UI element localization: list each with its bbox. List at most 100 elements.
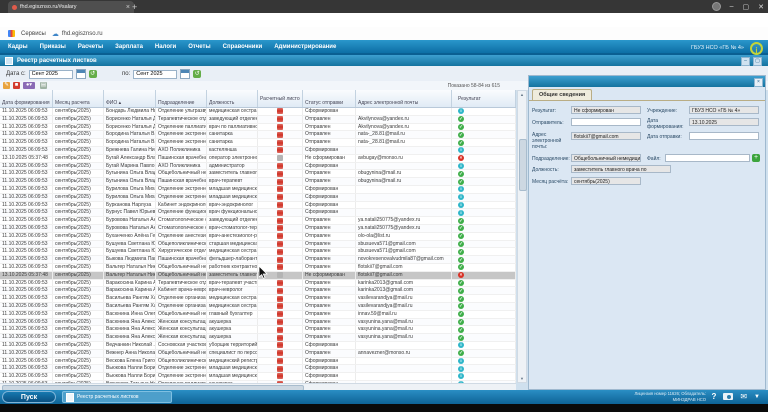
table-row[interactable]: 11.10.2025 06:09:53 сентябрь(2025) Буров… bbox=[0, 217, 516, 225]
table-row[interactable]: 11.10.2025 06:09:53 сентябрь(2025) Васил… bbox=[0, 295, 516, 303]
column-result[interactable]: Результат bbox=[452, 90, 516, 107]
pdf-payslip-icon[interactable] bbox=[277, 225, 283, 231]
edit-icon[interactable]: ✎ bbox=[3, 82, 10, 89]
column-email[interactable]: Адрес электронной почты bbox=[356, 90, 452, 107]
table-row[interactable]: 11.10.2025 06:09:53 сентябрь(2025) Бород… bbox=[0, 131, 516, 139]
table-row[interactable]: 11.10.2025 06:09:53 сентябрь(2025) Бонда… bbox=[0, 108, 516, 116]
table-row[interactable]: 11.10.2025 06:09:53 сентябрь(2025) Бурка… bbox=[0, 202, 516, 210]
pdf-payslip-icon[interactable] bbox=[277, 257, 283, 263]
vertical-scroll-thumb[interactable] bbox=[519, 139, 527, 191]
nav-item[interactable]: Приказы bbox=[40, 44, 66, 50]
table-row[interactable]: 11.10.2025 06:09:53 сентябрь(2025) Вежне… bbox=[0, 350, 516, 358]
table-row[interactable]: 11.10.2025 06:09:53 сентябрь(2025) Бурил… bbox=[0, 194, 516, 202]
pdf-payslip-icon[interactable] bbox=[277, 233, 283, 239]
table-row[interactable]: 11.10.2025 06:09:53 сентябрь(2025) Быков… bbox=[0, 256, 516, 264]
close-icon[interactable]: ✕ bbox=[758, 3, 764, 11]
table-row[interactable]: 11.10.2025 06:09:53 сентябрь(2025) Васюн… bbox=[0, 326, 516, 334]
column-date[interactable]: Дата формирования bbox=[0, 90, 53, 107]
pdf-payslip-icon[interactable] bbox=[277, 335, 283, 341]
table-row[interactable]: 11.10.2025 06:09:53 сентябрь(2025) Вьюко… bbox=[0, 365, 516, 373]
pdf-payslip-icon[interactable] bbox=[277, 147, 283, 153]
pdf-payslip-icon[interactable] bbox=[277, 108, 283, 114]
column-position[interactable]: Должность bbox=[207, 90, 258, 107]
settings-gear-icon[interactable]: ●▾ bbox=[23, 82, 35, 89]
minimize-icon[interactable]: – bbox=[730, 3, 734, 10]
table-row[interactable]: 11.10.2025 06:09:53 сентябрь(2025) Васюн… bbox=[0, 334, 516, 342]
pdf-payslip-icon[interactable] bbox=[277, 264, 283, 270]
pdf-payslip-icon[interactable] bbox=[277, 179, 283, 185]
table-row[interactable]: 11.10.2025 06:09:53 сентябрь(2025) Васюн… bbox=[0, 319, 516, 327]
calendar-icon[interactable] bbox=[180, 69, 190, 79]
calendar-icon[interactable] bbox=[76, 69, 86, 79]
clear-date-icon[interactable]: ↺ bbox=[89, 70, 97, 78]
pdf-payslip-icon[interactable] bbox=[277, 132, 283, 138]
table-row[interactable]: 11.10.2025 06:09:53 сентябрь(2025) Вальт… bbox=[0, 264, 516, 272]
help-icon[interactable]: ? bbox=[711, 392, 716, 401]
apps-grid-icon[interactable] bbox=[8, 30, 15, 37]
profile-icon[interactable] bbox=[712, 2, 721, 11]
pdf-payslip-icon[interactable] bbox=[277, 280, 283, 286]
email-field[interactable]: flotskii7@gmail.com bbox=[571, 132, 641, 140]
nav-item[interactable]: Справочники bbox=[223, 44, 263, 50]
table-row[interactable]: 11.10.2025 06:09:53 сентябрь(2025) Бушуе… bbox=[0, 248, 516, 256]
taskbar-tab-registry[interactable]: Реестр расчетных листков bbox=[62, 391, 172, 403]
pdf-payslip-icon[interactable] bbox=[277, 186, 283, 192]
bookmark-services[interactable]: Сервисы bbox=[21, 31, 46, 37]
nav-item[interactable]: Администрирование bbox=[274, 44, 336, 50]
table-row[interactable]: 11.10.2025 06:09:53 сентябрь(2025) Борис… bbox=[0, 124, 516, 132]
panel-maximize-icon[interactable]: ▢ bbox=[753, 57, 762, 66]
column-department[interactable]: Подразделение bbox=[156, 90, 207, 107]
column-month[interactable]: Месяц расчета bbox=[53, 90, 104, 107]
table-row[interactable]: 11.10.2025 06:09:53 сентябрь(2025) Вьюко… bbox=[0, 373, 516, 381]
maximize-icon[interactable]: ▢ bbox=[743, 3, 750, 11]
pdf-payslip-icon[interactable] bbox=[277, 319, 283, 325]
start-button[interactable]: Пуск bbox=[2, 391, 56, 403]
pdf-payslip-icon[interactable] bbox=[277, 241, 283, 247]
pdf-payslip-icon[interactable] bbox=[277, 155, 283, 161]
pdf-payslip-icon[interactable] bbox=[277, 327, 283, 333]
new-tab-button[interactable]: + bbox=[132, 2, 137, 12]
table-row[interactable]: 13.10.2025 05:37:48 сентябрь(2025) Бугай… bbox=[0, 155, 516, 163]
table-row[interactable]: 11.10.2025 06:09:53 сентябрь(2025) Бугай… bbox=[0, 163, 516, 171]
table-row[interactable]: 11.10.2025 06:09:53 сентябрь(2025) Васюн… bbox=[0, 311, 516, 319]
panel-minimize-icon[interactable]: – bbox=[741, 57, 750, 66]
table-row[interactable]: 11.10.2025 06:09:53 сентябрь(2025) Бугын… bbox=[0, 170, 516, 178]
pdf-payslip-icon[interactable] bbox=[277, 202, 283, 208]
pdf-payslip-icon[interactable] bbox=[277, 303, 283, 309]
vertical-scrollbar[interactable]: ▲ ▼ bbox=[517, 90, 527, 383]
table-row[interactable]: 11.10.2025 06:09:53 сентябрь(2025) Бугын… bbox=[0, 178, 516, 186]
details-close-icon[interactable]: × bbox=[754, 78, 763, 87]
nav-item[interactable]: Зарплата bbox=[115, 44, 143, 50]
date-to-input[interactable] bbox=[133, 70, 177, 79]
scroll-up-icon[interactable]: ▲ bbox=[518, 92, 526, 97]
camera-icon[interactable] bbox=[723, 393, 733, 400]
pdf-payslip-icon[interactable] bbox=[277, 210, 283, 216]
column-payslip[interactable]: Расчетный листок bbox=[258, 90, 303, 107]
nav-item[interactable]: Налоги bbox=[155, 44, 176, 50]
table-row[interactable]: 11.10.2025 06:09:53 сентябрь(2025) Варак… bbox=[0, 287, 516, 295]
pdf-payslip-icon[interactable] bbox=[277, 296, 283, 302]
pdf-payslip-icon[interactable] bbox=[277, 249, 283, 255]
browser-tab[interactable]: fhd.egisznso.ru/#salary × bbox=[8, 1, 134, 13]
pdf-payslip-icon[interactable] bbox=[277, 358, 283, 364]
bookmark-fhd[interactable]: ☁fhd.egisznso.ru bbox=[52, 30, 103, 38]
table-row[interactable]: 11.10.2025 06:09:53 сентябрь(2025) Варак… bbox=[0, 280, 516, 288]
pdf-payslip-icon[interactable] bbox=[277, 218, 283, 224]
table-row[interactable]: 11.10.2025 06:09:53 сентябрь(2025) Бушуе… bbox=[0, 241, 516, 249]
table-row[interactable]: 11.10.2025 06:09:53 сентябрь(2025) Буров… bbox=[0, 225, 516, 233]
print-icon[interactable]: ▤ bbox=[40, 82, 47, 89]
pdf-payslip-icon[interactable] bbox=[277, 194, 283, 200]
table-row[interactable]: 11.10.2025 06:09:53 сентябрь(2025) Борис… bbox=[0, 116, 516, 124]
pdf-payslip-icon[interactable] bbox=[277, 373, 283, 379]
nav-item[interactable]: Отчеты bbox=[188, 44, 210, 50]
mail-icon[interactable]: ✉ bbox=[740, 392, 747, 401]
pdf-payslip-icon[interactable] bbox=[277, 342, 283, 348]
clear-date-icon[interactable]: ↺ bbox=[193, 70, 201, 78]
table-row[interactable]: 11.10.2025 06:09:53 сентябрь(2025) Ведча… bbox=[0, 342, 516, 350]
chevron-down-icon[interactable]: ▼ bbox=[754, 394, 760, 400]
table-row[interactable]: 11.10.2025 06:09:53 сентябрь(2025) Васил… bbox=[0, 303, 516, 311]
date-from-input[interactable] bbox=[29, 70, 73, 79]
table-row[interactable]: 11.10.2025 06:09:53 сентябрь(2025) Брежн… bbox=[0, 147, 516, 155]
nav-item[interactable]: Кадры bbox=[8, 44, 28, 50]
table-row[interactable]: 13.10.2025 05:37:48 сентябрь(2025) Вальт… bbox=[0, 272, 516, 280]
